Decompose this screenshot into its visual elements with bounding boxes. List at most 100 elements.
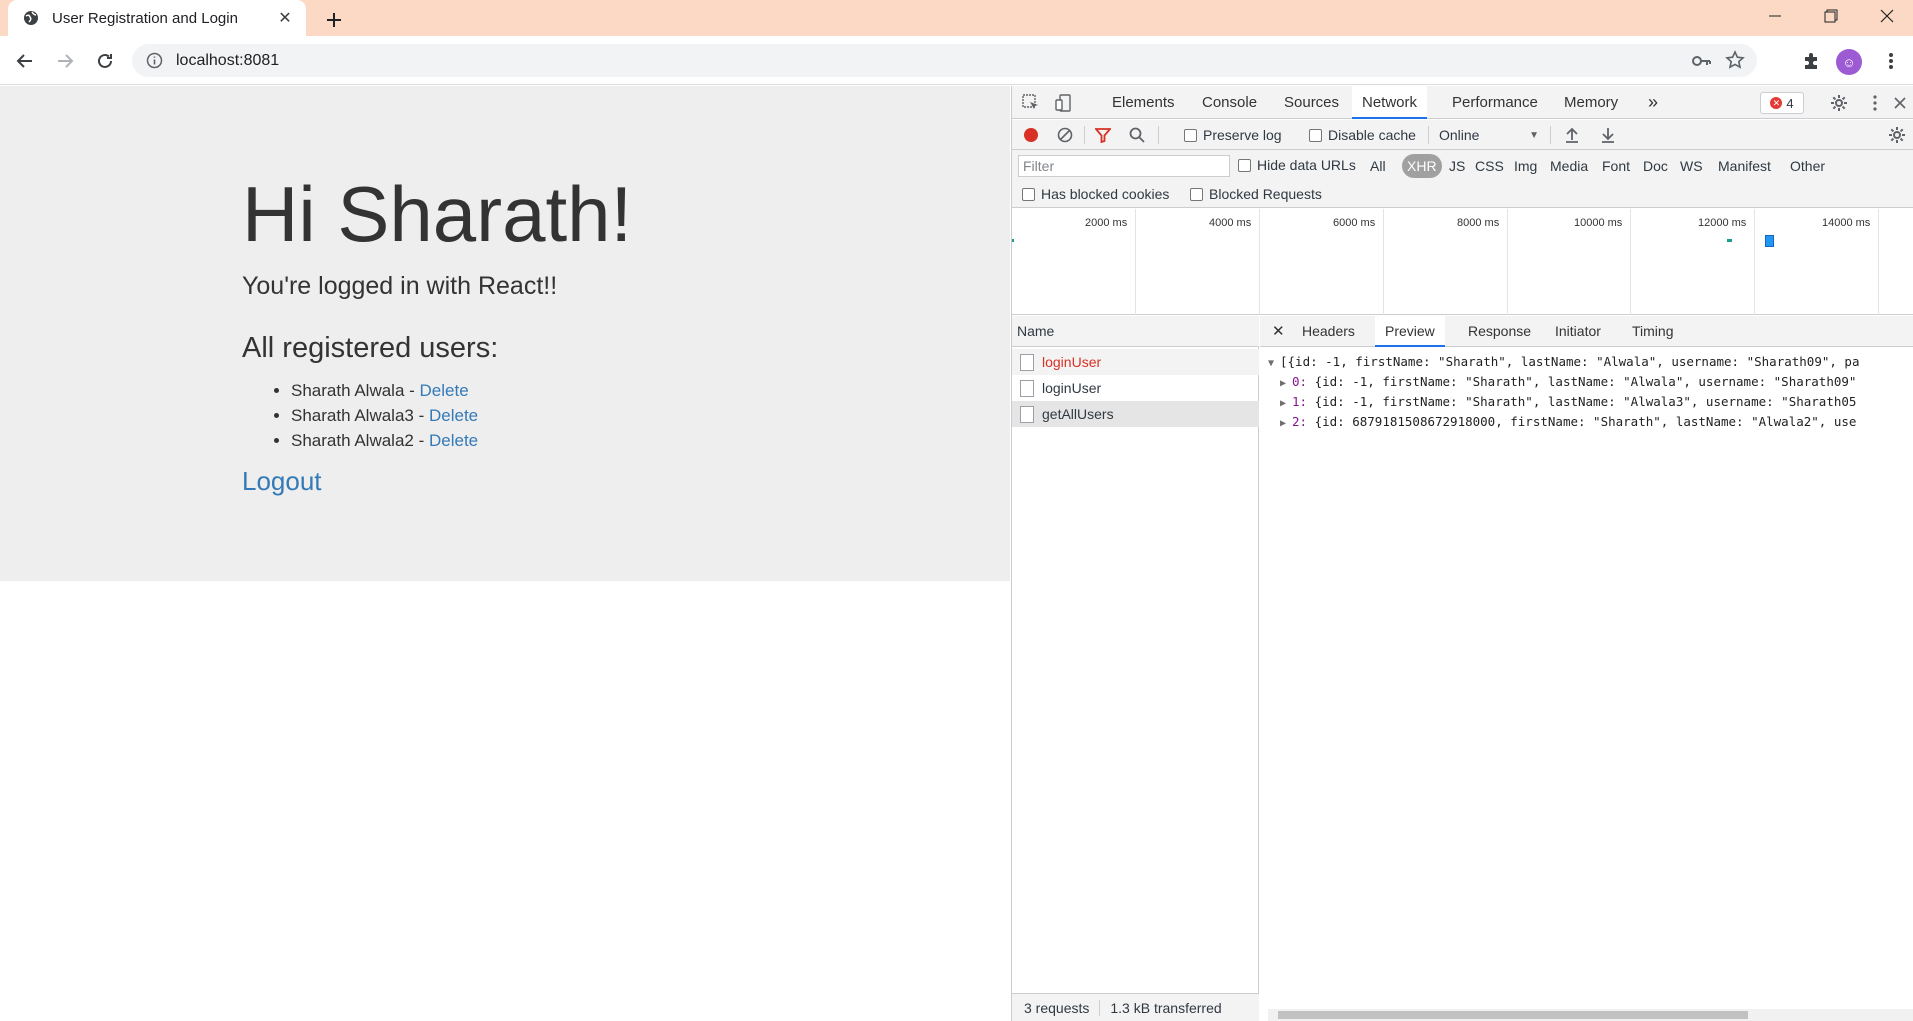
- checkbox[interactable]: [1238, 158, 1251, 172]
- type-filter-js[interactable]: JS: [1446, 154, 1468, 178]
- request-row[interactable]: getAllUsers: [1012, 401, 1259, 427]
- checkbox[interactable]: [1022, 187, 1035, 201]
- collapsed-triangle-icon[interactable]: ▶: [1280, 414, 1292, 432]
- request-name: loginUser: [1042, 380, 1102, 396]
- type-filter-media[interactable]: Media: [1547, 154, 1591, 178]
- tree-row[interactable]: ▶ 0: {id: -1, firstName: "Sharath", lastN…: [1268, 372, 1913, 392]
- throttle-select[interactable]: Online ▼: [1439, 127, 1539, 143]
- delete-user-link[interactable]: Delete: [429, 431, 478, 450]
- type-filter-css[interactable]: CSS: [1472, 154, 1507, 178]
- timeline-label: 8000 ms: [1457, 217, 1500, 229]
- collapsed-triangle-icon[interactable]: ▶: [1280, 374, 1292, 394]
- key-icon[interactable]: [1691, 51, 1711, 74]
- tree-index: 1: [1292, 394, 1300, 409]
- tab-headers[interactable]: Headers: [1302, 316, 1355, 347]
- close-tab-icon[interactable]: ✕: [274, 7, 296, 29]
- type-filter-manifest[interactable]: Manifest: [1715, 154, 1774, 178]
- type-filter-font[interactable]: Font: [1599, 154, 1633, 178]
- close-window-icon[interactable]: [1864, 0, 1910, 32]
- tree-row-root[interactable]: ▼ [{id: -1, firstName: "Sharath", lastNam…: [1268, 352, 1913, 372]
- request-row[interactable]: loginUser: [1012, 375, 1259, 401]
- close-detail-icon[interactable]: ✕: [1272, 316, 1285, 347]
- export-har-icon[interactable]: [1597, 124, 1619, 146]
- separator: -: [413, 406, 429, 425]
- type-filter-other[interactable]: Other: [1787, 154, 1828, 178]
- inspect-element-icon[interactable]: [1020, 92, 1042, 114]
- type-filter-img[interactable]: Img: [1511, 154, 1540, 178]
- record-icon[interactable]: [1020, 124, 1042, 146]
- throttle-value: Online: [1439, 127, 1480, 143]
- search-icon[interactable]: [1126, 124, 1148, 146]
- address-bar[interactable]: localhost:8081: [132, 44, 1757, 77]
- timeline-label: 10000 ms: [1574, 217, 1623, 229]
- new-tab-icon[interactable]: [320, 6, 348, 34]
- user-name: Sharath Alwala2: [291, 431, 414, 450]
- delete-user-link[interactable]: Delete: [420, 381, 469, 400]
- info-icon[interactable]: [146, 52, 163, 69]
- error-icon: ✕: [1770, 97, 1783, 109]
- has-blocked-cookies-checkbox[interactable]: Has blocked cookies: [1022, 186, 1169, 202]
- tab-console[interactable]: Console: [1202, 86, 1257, 119]
- menu-kebab-icon[interactable]: [1876, 46, 1906, 76]
- filter-bar: Filter Hide data URLs All XHR JS CSS Img…: [1012, 150, 1913, 208]
- list-item: Sharath Alwala3 - Delete: [291, 403, 478, 428]
- collapsed-triangle-icon[interactable]: ▶: [1280, 394, 1292, 414]
- checkbox[interactable]: [1190, 187, 1203, 201]
- tab-performance[interactable]: Performance: [1452, 86, 1538, 119]
- star-icon[interactable]: [1725, 50, 1745, 73]
- profile-avatar-icon[interactable]: ☺: [1836, 49, 1862, 75]
- forward-icon[interactable]: [50, 46, 80, 76]
- filter-input[interactable]: Filter: [1018, 155, 1230, 177]
- scrollbar-thumb[interactable]: [1278, 1011, 1748, 1019]
- tab-preview[interactable]: Preview: [1375, 316, 1445, 347]
- device-toolbar-icon[interactable]: [1053, 92, 1075, 114]
- back-icon[interactable]: [10, 46, 40, 76]
- checkbox[interactable]: [1184, 128, 1197, 142]
- tab-elements[interactable]: Elements: [1112, 86, 1175, 119]
- error-count-badge[interactable]: ✕ 4: [1760, 92, 1804, 114]
- separator: -: [413, 431, 429, 450]
- import-har-icon[interactable]: [1561, 124, 1583, 146]
- restore-icon[interactable]: [1808, 0, 1854, 32]
- checkbox[interactable]: [1309, 128, 1322, 142]
- expanded-triangle-icon[interactable]: ▼: [1268, 354, 1280, 374]
- blocked-requests-checkbox[interactable]: Blocked Requests: [1190, 186, 1322, 202]
- timeline-overview[interactable]: 2000 ms 4000 ms 6000 ms 8000 ms 10000 ms…: [1012, 209, 1913, 315]
- grid-line: [1754, 209, 1755, 315]
- delete-user-link[interactable]: Delete: [429, 406, 478, 425]
- filter-icon[interactable]: [1092, 124, 1114, 146]
- tab-initiator[interactable]: Initiator: [1555, 316, 1601, 347]
- tab-timing[interactable]: Timing: [1632, 316, 1674, 347]
- type-filter-xhr[interactable]: XHR: [1402, 154, 1442, 178]
- tree-row[interactable]: ▶ 1: {id: -1, firstName: "Sharath", lastN…: [1268, 392, 1913, 412]
- disable-cache-checkbox[interactable]: Disable cache: [1309, 127, 1416, 143]
- tree-row[interactable]: ▶ 2: {id: 6879181508672918000, firstName:…: [1268, 412, 1913, 432]
- clear-icon[interactable]: [1054, 124, 1076, 146]
- hide-data-urls-checkbox[interactable]: Hide data URLs: [1238, 157, 1356, 173]
- list-item: Sharath Alwala - Delete: [291, 378, 478, 403]
- more-tabs-icon[interactable]: »: [1648, 86, 1658, 119]
- tab-network[interactable]: Network: [1352, 86, 1428, 119]
- devtools-menu-icon[interactable]: [1864, 92, 1886, 114]
- close-devtools-icon[interactable]: [1889, 92, 1911, 114]
- name-column-header[interactable]: Name: [1012, 316, 1259, 347]
- extensions-icon[interactable]: [1796, 46, 1826, 76]
- settings-gear-icon[interactable]: [1828, 92, 1850, 114]
- minimize-icon[interactable]: [1752, 0, 1798, 32]
- type-filter-all[interactable]: All: [1367, 154, 1389, 178]
- logout-link[interactable]: Logout: [242, 466, 322, 497]
- browser-tab[interactable]: User Registration and Login ✕: [8, 0, 306, 36]
- network-settings-icon[interactable]: [1886, 124, 1908, 146]
- request-name: getAllUsers: [1042, 406, 1114, 422]
- tab-sources[interactable]: Sources: [1284, 86, 1339, 119]
- type-filter-doc[interactable]: Doc: [1640, 154, 1671, 178]
- tab-response[interactable]: Response: [1468, 316, 1531, 347]
- tab-memory[interactable]: Memory: [1564, 86, 1618, 119]
- type-filter-ws[interactable]: WS: [1677, 154, 1706, 178]
- reload-icon[interactable]: [90, 46, 120, 76]
- url-text: localhost:8081: [176, 52, 280, 69]
- login-status-text: You're logged in with React!!: [242, 272, 558, 300]
- preserve-log-checkbox[interactable]: Preserve log: [1184, 127, 1282, 143]
- horizontal-scrollbar[interactable]: [1268, 1009, 1913, 1021]
- request-row[interactable]: loginUser: [1012, 349, 1259, 375]
